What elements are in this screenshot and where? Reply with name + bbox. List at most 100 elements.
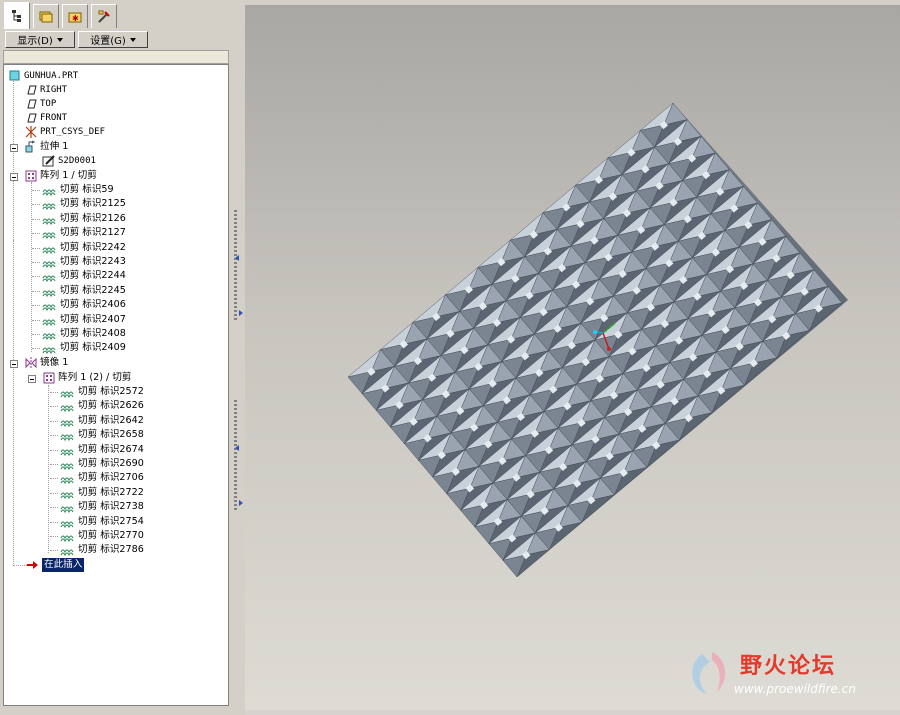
tab-layers[interactable]	[33, 4, 59, 28]
tree-item-label: 切剪 标识2408	[60, 328, 126, 339]
tree-item-cut[interactable]: 切剪 标识2243	[42, 255, 126, 269]
chevron-down-icon	[129, 37, 136, 42]
tree-item-label: PRT_CSYS_DEF	[40, 127, 106, 137]
tree-item-label: 切剪 标识2658	[78, 429, 144, 441]
display-dropdown[interactable]: 显示(D)	[5, 31, 75, 48]
tree-item-label: 切剪 标识2690	[78, 458, 144, 469]
tree-connector	[13, 77, 14, 240]
tree-item-cut[interactable]: 切剪 标识2242	[42, 241, 126, 255]
cut-feature-icon	[60, 500, 76, 514]
tree-item-label: 切剪 标识2407	[60, 313, 126, 325]
tree-item-label: 阵列 1 / 切剪	[40, 170, 97, 181]
expand-right-icon[interactable]	[239, 500, 243, 506]
cut-feature-icon	[60, 515, 76, 529]
cut-feature-icon	[42, 313, 58, 327]
tree-item-cut[interactable]: 切剪 标识2245	[42, 284, 126, 298]
collapse-icon[interactable]	[10, 144, 18, 152]
tree-item-mirror[interactable]: 镜像 1	[24, 356, 68, 370]
tab-favorites[interactable]: ✱	[62, 4, 88, 28]
tab-model-tree[interactable]	[4, 2, 30, 29]
tree-connector	[48, 385, 49, 553]
splitter-grip	[234, 210, 237, 320]
tree-connector	[50, 464, 58, 465]
knurled-part-model[interactable]	[245, 5, 900, 710]
tab-tools[interactable]	[91, 4, 117, 28]
tree-item-label: 切剪 标识2674	[78, 443, 144, 455]
navigator-toolbar: 显示(D) 设置(G)	[0, 31, 236, 51]
mirror-icon	[24, 356, 38, 370]
tree-item-cut[interactable]: 切剪 标识2626	[60, 399, 144, 413]
tree-item-datum-right[interactable]: RIGHT	[24, 83, 67, 97]
sketch-icon	[42, 154, 56, 168]
navigator-panel: ✱ 显示(D) 设置(G) GUNHUA.PRT RIGHT TOP FRONT…	[0, 0, 236, 715]
tree-item-extrude[interactable]: 拉伸 1	[24, 140, 68, 154]
chevron-down-icon	[56, 37, 63, 42]
tree-item-csys[interactable]: PRT_CSYS_DEF	[24, 125, 105, 139]
model-tree[interactable]: GUNHUA.PRT RIGHT TOP FRONT PRT_CSYS_DEF …	[3, 64, 229, 706]
tree-column-header[interactable]	[3, 50, 229, 64]
tree-item-cut[interactable]: 切剪 标识2407	[42, 313, 126, 327]
tree-item-cut[interactable]: 切剪 标识2674	[60, 443, 144, 457]
tree-connector	[32, 233, 40, 235]
tree-item-label: 切剪 标识2243	[60, 256, 126, 267]
tree-item-cut[interactable]: 切剪 标识2126	[42, 212, 126, 226]
expand-right-icon[interactable]	[239, 310, 243, 316]
extrude-icon	[24, 140, 38, 154]
collapse-icon[interactable]	[10, 173, 18, 181]
tree-item-label: 切剪 标识2626	[78, 400, 144, 412]
cut-feature-icon	[60, 486, 76, 500]
tree-item-root[interactable]: GUNHUA.PRT	[8, 69, 78, 83]
tree-connector	[50, 449, 58, 451]
tree-item-pattern-2[interactable]: 阵列 1 (2) / 切剪	[42, 371, 132, 385]
tree-item-datum-front[interactable]: FRONT	[24, 111, 67, 125]
collapse-left-icon[interactable]	[235, 255, 239, 261]
tree-item-label: 切剪 标识2245	[60, 284, 126, 296]
tree-connector	[13, 240, 14, 566]
tree-item-cut[interactable]: 切剪 标识2690	[60, 457, 144, 471]
tree-connector	[31, 182, 32, 352]
cut-feature-icon	[42, 197, 58, 211]
tree-item-cut[interactable]: 切剪 标识2642	[60, 414, 144, 428]
tree-item-cut[interactable]: 切剪 标识59	[42, 183, 114, 197]
graphics-viewport[interactable]: 野火论坛 www.proewildfire.cn	[245, 5, 900, 710]
cut-feature-icon	[42, 226, 58, 240]
cut-feature-icon	[42, 183, 58, 197]
collapse-left-icon[interactable]	[235, 445, 239, 451]
tree-item-cut[interactable]: 切剪 标识2754	[60, 515, 144, 529]
collapse-icon[interactable]	[10, 360, 18, 368]
cut-feature-icon	[42, 284, 58, 298]
tree-item-insert-here[interactable]: 在此插入	[26, 558, 85, 572]
tree-item-sketch[interactable]: S2D0001	[42, 154, 96, 168]
settings-dropdown[interactable]: 设置(G)	[78, 31, 148, 48]
cut-feature-icon	[42, 327, 58, 341]
tree-item-label: 镜像 1	[40, 357, 69, 368]
watermark-url: www.proewildfire.cn	[734, 682, 856, 696]
tree-item-cut[interactable]: 切剪 标识2786	[60, 543, 144, 557]
collapse-icon[interactable]	[28, 375, 36, 383]
panel-splitter[interactable]	[231, 0, 245, 715]
tree-item-cut[interactable]: 切剪 标识2127	[42, 226, 126, 240]
tree-item-pattern-1[interactable]: 阵列 1 / 切剪	[24, 169, 97, 183]
cut-feature-icon	[42, 212, 58, 226]
tree-item-label: S2D0001	[58, 156, 96, 166]
tree-item-cut[interactable]: 切剪 标识2770	[60, 529, 144, 543]
tree-item-cut[interactable]: 切剪 标识2408	[42, 327, 126, 341]
pattern-icon	[24, 169, 38, 183]
tree-item-label: 切剪 标识2770	[78, 530, 144, 541]
tree-item-datum-top[interactable]: TOP	[24, 97, 56, 111]
tree-item-cut[interactable]: 切剪 标识2706	[60, 471, 144, 485]
datum-plane-icon	[24, 97, 38, 111]
tree-item-cut[interactable]: 切剪 标识2572	[60, 385, 144, 399]
tree-item-cut[interactable]: 切剪 标识2244	[42, 269, 126, 283]
tree-item-cut[interactable]: 切剪 标识2738	[60, 500, 144, 514]
tree-connector	[50, 550, 58, 552]
cut-feature-icon	[60, 385, 76, 399]
tree-item-cut[interactable]: 切剪 标识2406	[42, 298, 126, 312]
tree-item-label: 切剪 标识2642	[78, 414, 144, 426]
datum-plane-icon	[24, 83, 38, 97]
tree-item-cut[interactable]: 切剪 标识2409	[42, 341, 126, 355]
part-icon	[8, 69, 22, 83]
tree-item-cut[interactable]: 切剪 标识2722	[60, 486, 144, 500]
tree-item-cut[interactable]: 切剪 标识2658	[60, 428, 144, 442]
tree-item-cut[interactable]: 切剪 标识2125	[42, 197, 126, 211]
